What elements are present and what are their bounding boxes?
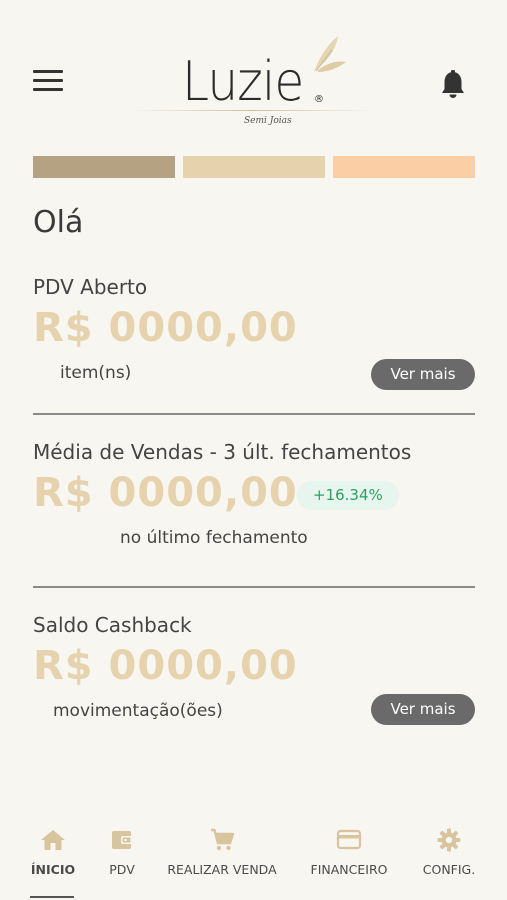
cashback-movements-label: movimentação(ões) <box>53 701 223 721</box>
cashback-card: Saldo Cashback R$ 0000,00 movimentação(õ… <box>33 613 475 733</box>
brand-subtitle: Semi Joias <box>244 116 292 126</box>
cashback-ver-mais-button[interactable]: Ver mais <box>371 694 475 725</box>
home-icon <box>41 830 65 850</box>
nav-label-financeiro: FINANCEIRO <box>310 862 388 877</box>
active-tab-indicator <box>30 896 74 898</box>
sales-average-card: Média de Vendas - 3 últ. fechamentos R$ … <box>33 440 475 560</box>
cashback-title: Saldo Cashback <box>33 613 192 637</box>
nav-item-config[interactable]: CONFIG. <box>416 828 482 877</box>
divider-1 <box>33 413 475 415</box>
wallet-icon <box>112 831 132 849</box>
nav-item-pdv[interactable]: PDV <box>100 828 144 877</box>
butterfly-icon <box>314 36 346 72</box>
pdv-amount: R$ 0000,00 <box>33 305 298 351</box>
hamburger-menu-icon[interactable] <box>33 70 63 94</box>
logo-divider <box>132 110 372 111</box>
brand-color-bars <box>33 156 475 178</box>
sales-title: Média de Vendas - 3 últ. fechamentos <box>33 440 412 464</box>
bell-icon[interactable] <box>440 70 466 98</box>
credit-card-icon <box>336 829 362 850</box>
nav-label-inicio: ÍNICIO <box>30 862 76 877</box>
color-bar-2 <box>183 156 325 178</box>
divider-2 <box>33 586 475 588</box>
nav-item-inicio[interactable]: ÍNICIO <box>22 828 84 877</box>
greeting-text: Olá <box>33 205 84 240</box>
nav-label-config: CONFIG. <box>422 862 476 877</box>
sales-change-badge: +16.34% <box>297 481 399 510</box>
app-header: Luzie ® Semi Joias <box>0 0 507 150</box>
color-bar-1 <box>33 156 175 178</box>
cart-icon <box>211 828 235 851</box>
sales-amount: R$ 0000,00 <box>33 470 298 516</box>
brand-logo: Luzie ® Semi Joias <box>132 32 372 132</box>
pdv-ver-mais-button[interactable]: Ver mais <box>371 359 475 390</box>
pdv-items-label: item(ns) <box>60 363 132 383</box>
registered-mark: ® <box>314 94 324 105</box>
sales-note: no último fechamento <box>120 528 308 548</box>
nav-item-realizar-venda[interactable]: REALIZAR VENDA <box>164 828 280 877</box>
gear-icon <box>437 828 461 852</box>
nav-label-pdv: PDV <box>109 862 135 877</box>
pdv-card: PDV Aberto R$ 0000,00 item(ns) Ver mais <box>33 275 475 395</box>
pdv-title: PDV Aberto <box>33 275 148 299</box>
cashback-amount: R$ 0000,00 <box>33 643 298 689</box>
bottom-nav: ÍNICIO PDV REALIZAR VENDA FINANCEIRO CON… <box>0 828 507 900</box>
nav-label-realizar-venda: REALIZAR VENDA <box>167 862 277 877</box>
nav-item-financeiro[interactable]: FINANCEIRO <box>304 828 394 877</box>
color-bar-3 <box>333 156 475 178</box>
brand-name: Luzie <box>182 50 304 113</box>
